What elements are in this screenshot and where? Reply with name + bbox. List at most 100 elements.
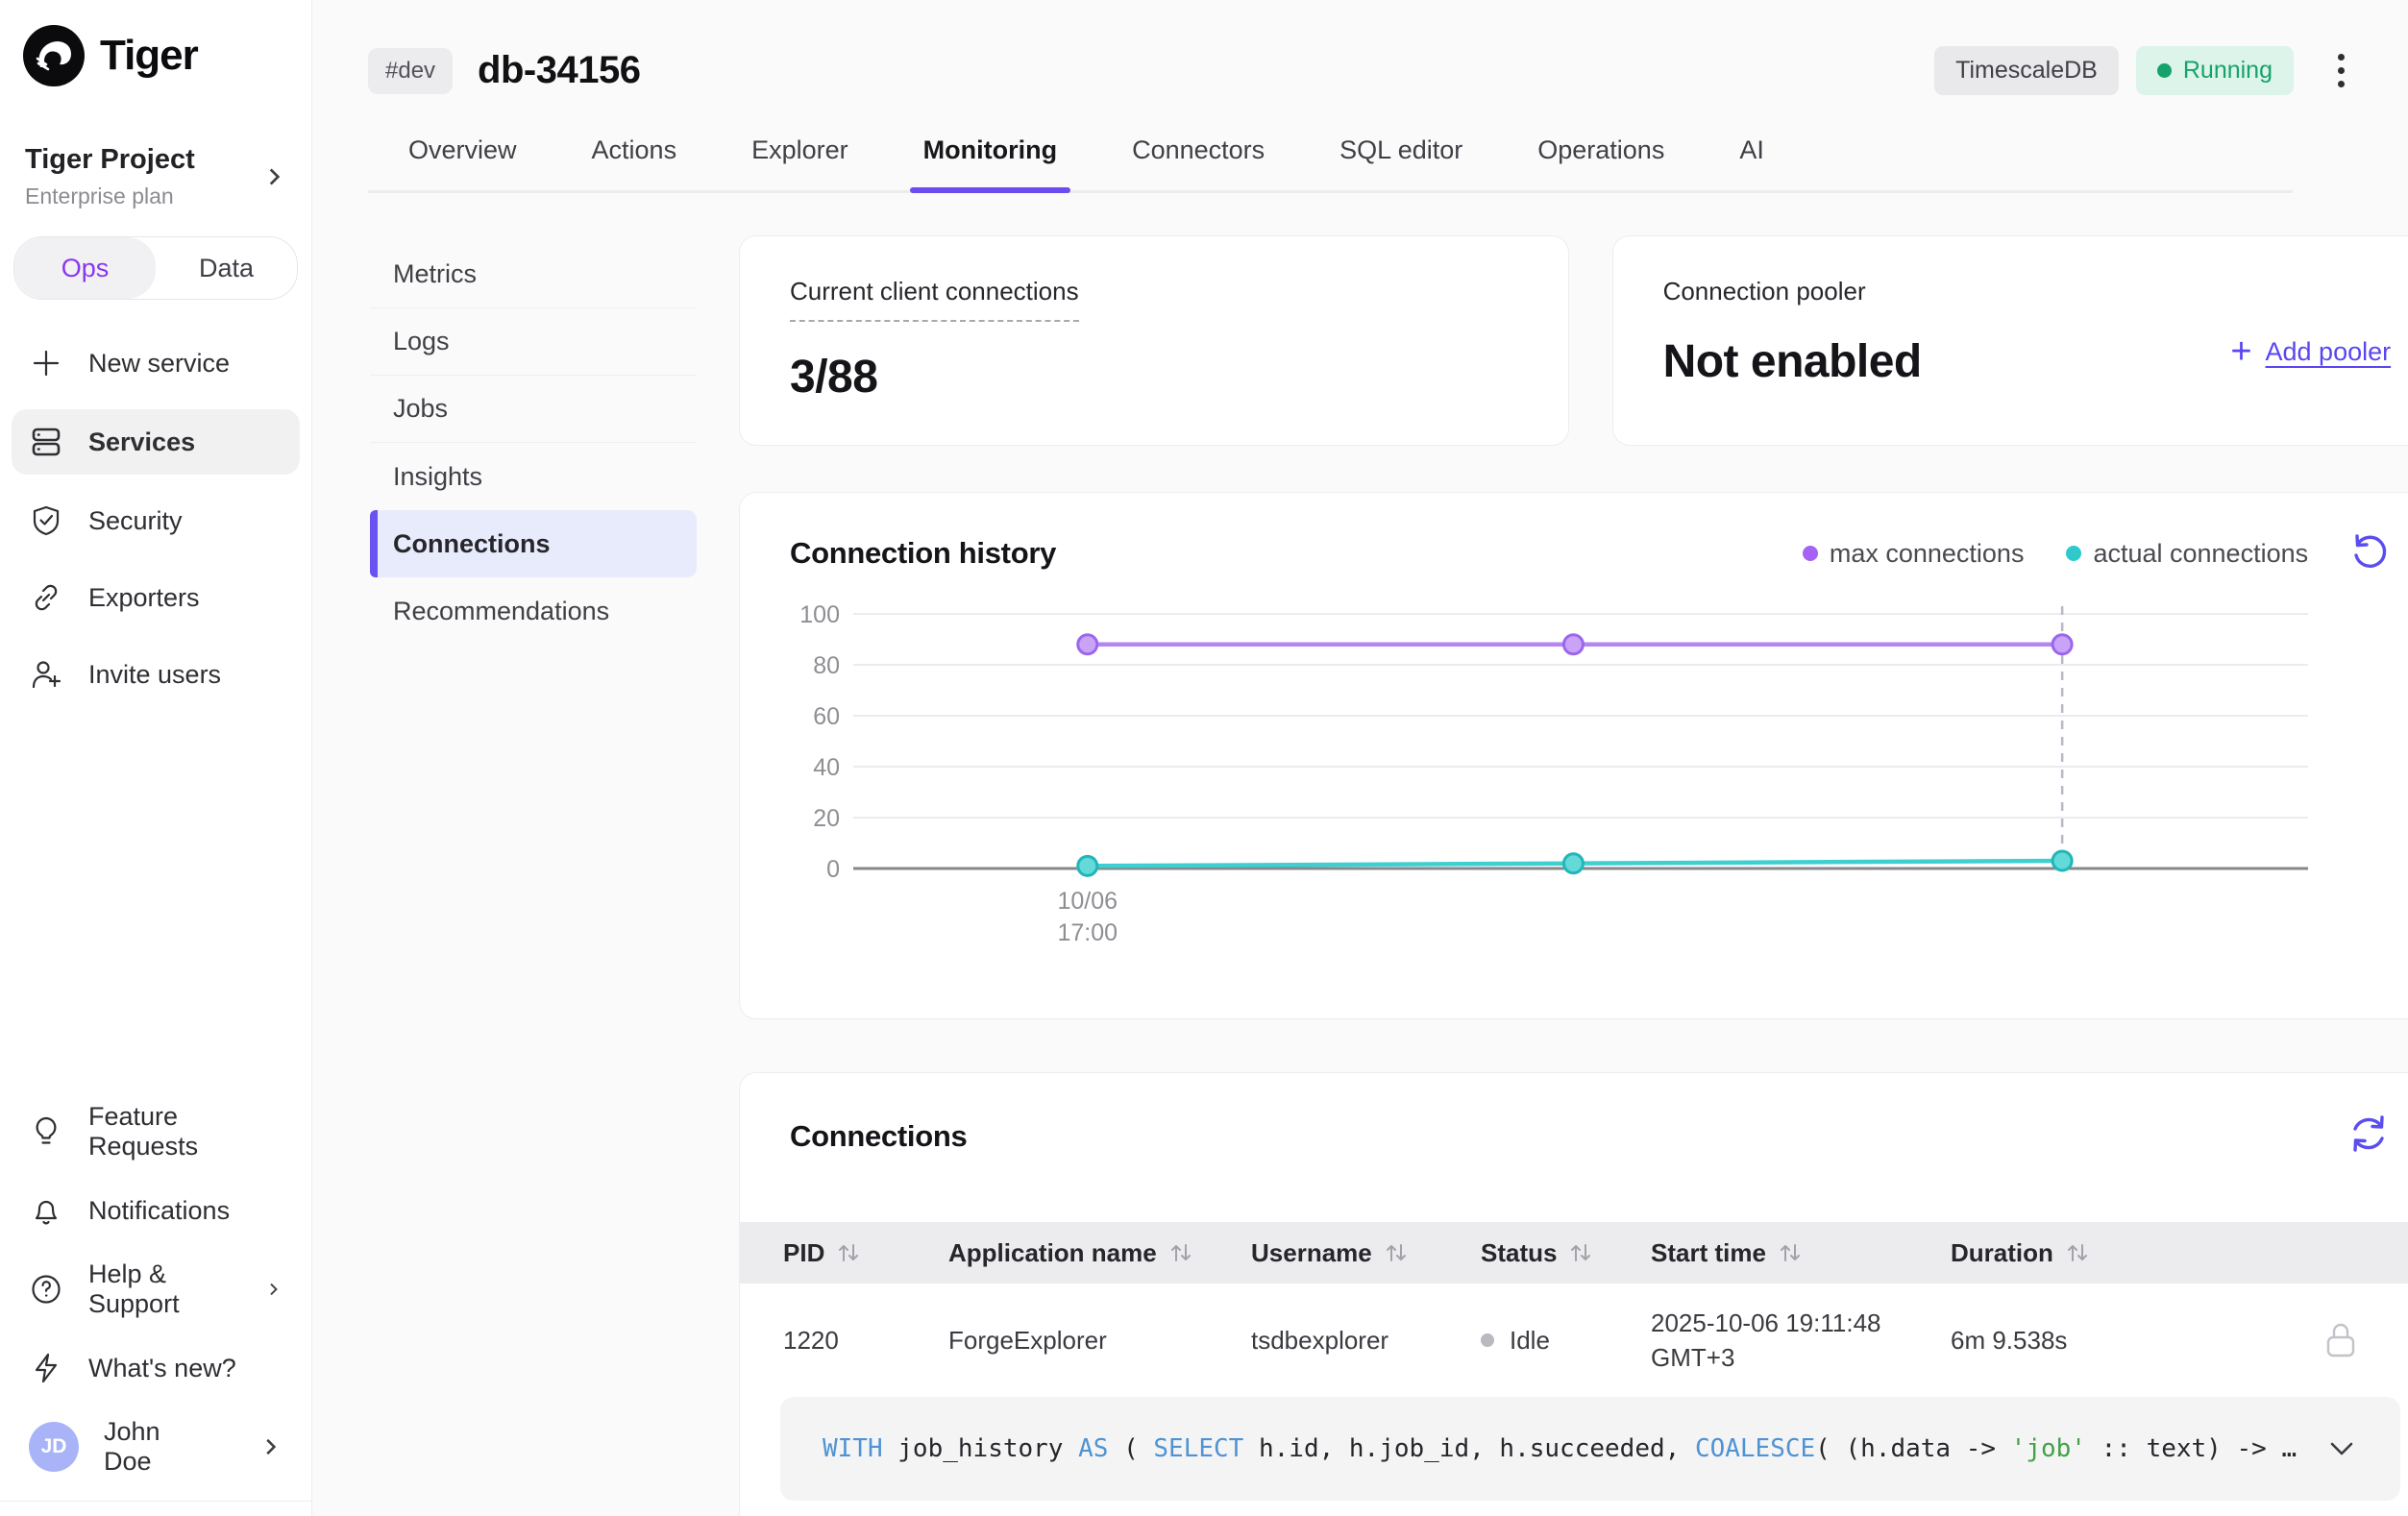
footer-item-label: Notifications [88,1196,230,1226]
project-plan: Enterprise plan [25,183,195,209]
chart-legend: max connections actual connections [1803,539,2308,569]
svg-text:10/06: 10/06 [1057,888,1118,915]
project-switcher[interactable]: Tiger Project Enterprise plan [12,144,300,209]
tab-operations[interactable]: Operations [1537,135,1664,190]
sort-icon[interactable] [1384,1241,1409,1264]
sql-query-text: WITH job_history AS ( SELECT h.id, h.job… [823,1434,2297,1463]
sort-icon[interactable] [2065,1241,2090,1264]
connection-history-card: Connection history max connections actua… [739,492,2408,1019]
timescaledb-badge: TimescaleDB [1934,46,2119,95]
svg-text:17:00: 17:00 [1057,919,1118,946]
tab-explorer[interactable]: Explorer [751,135,848,190]
sidebar-item-label: Security [88,506,183,536]
client-connections-card: Current client connections 3/88 [739,235,1569,446]
cell-application-name: ForgeExplorer [948,1326,1251,1356]
legend-dot-icon [1803,546,1818,561]
chart-title: Connection history [790,536,1056,571]
cell-duration: 6m 9.538s [1951,1326,2240,1356]
subnav-logs[interactable]: Logs [370,308,697,376]
col-status: Status [1481,1238,1557,1268]
cell-status: Idle [1481,1326,1651,1356]
user-plus-icon [29,657,63,692]
sort-icon[interactable] [836,1241,861,1264]
sidebar-item-whats-new[interactable]: What's new? [12,1339,300,1397]
status-dot-icon [2157,63,2172,78]
tab-overview[interactable]: Overview [408,135,517,190]
svg-text:60: 60 [813,703,840,730]
env-badge: #dev [368,48,453,94]
table-header: PID Application name Username Status Sta… [740,1222,2408,1284]
tab-sql-editor[interactable]: SQL editor [1339,135,1462,190]
chevron-right-icon [261,164,286,189]
table-row[interactable]: 1220 ForgeExplorer tsdbexplorer Idle 202… [740,1284,2408,1397]
ops-data-toggle: Ops Data [13,236,298,300]
col-application-name: Application name [948,1238,1157,1268]
tab-monitoring[interactable]: Monitoring [923,135,1057,190]
refresh-icon[interactable] [2347,1112,2391,1156]
sidebar-item-notifications[interactable]: Notifications [12,1182,300,1239]
page-title: db-34156 [478,49,640,92]
connection-history-chart[interactable]: 02040608010010/0617:00 [790,600,2325,985]
sidebar-item-label: Invite users [88,660,221,690]
toggle-ops[interactable]: Ops [14,237,156,299]
sidebar-item-invite-users[interactable]: Invite users [12,644,300,705]
sort-icon[interactable] [1168,1241,1193,1264]
connection-pooler-card: Connection pooler Not enabled + Add pool… [1612,235,2408,446]
svg-text:40: 40 [813,754,840,781]
cell-pid: 1220 [783,1326,948,1356]
services-icon [29,425,63,459]
sidebar: Tiger Tiger Project Enterprise plan Ops … [0,0,312,1516]
sort-icon[interactable] [1778,1241,1803,1264]
subnav-recommendations[interactable]: Recommendations [370,577,697,645]
tab-ai[interactable]: AI [1739,135,1764,190]
legend-dot-icon [2066,546,2081,561]
query-row[interactable]: WITH job_history AS ( SELECT h.id, h.job… [780,1397,2400,1501]
chevron-right-icon [264,1277,283,1302]
sort-icon[interactable] [1568,1241,1593,1264]
col-start-time: Start time [1651,1238,1766,1268]
client-connections-title: Current client connections [790,277,1079,322]
sidebar-divider [0,1501,311,1516]
sidebar-item-services[interactable]: Services [12,409,300,475]
tab-connectors[interactable]: Connectors [1132,135,1265,190]
brand-name: Tiger [100,32,198,80]
user-menu[interactable]: JD John Doe [12,1418,300,1476]
help-circle-icon [29,1272,63,1307]
brand-logo[interactable]: Tiger [12,17,300,94]
col-username: Username [1251,1238,1372,1268]
connections-title: Connections [790,1119,967,1154]
sidebar-item-security[interactable]: Security [12,490,300,551]
subnav-connections[interactable]: Connections [370,510,697,577]
footer-item-label: What's new? [88,1354,236,1383]
kebab-menu-icon[interactable] [2324,44,2358,97]
subnav-insights[interactable]: Insights [370,443,697,510]
lightning-icon [29,1351,63,1385]
legend-max-connections: max connections [1803,539,2025,569]
col-duration: Duration [1951,1238,2053,1268]
sidebar-item-label: Exporters [88,583,200,613]
add-pooler-button[interactable]: + Add pooler [2230,315,2391,388]
cell-start-time: 2025-10-06 19:11:48 GMT+3 [1651,1306,1951,1376]
svg-text:0: 0 [826,856,840,883]
sidebar-item-help-support[interactable]: Help & Support [12,1260,300,1318]
sidebar-item-exporters[interactable]: Exporters [12,567,300,628]
link-icon [29,580,63,615]
chevron-down-icon[interactable] [2325,1432,2358,1465]
cell-username: tsdbexplorer [1251,1326,1481,1356]
tab-actions[interactable]: Actions [592,135,677,190]
col-pid: PID [783,1238,824,1268]
reset-history-icon[interactable] [2347,531,2391,575]
tab-bar: Overview Actions Explorer Monitoring Con… [368,135,2293,193]
status-badge: Running [2136,46,2294,95]
footer-item-label: Feature Requests [88,1102,283,1161]
subnav-metrics[interactable]: Metrics [370,241,697,308]
sidebar-item-new-service[interactable]: New service [12,332,300,394]
toggle-data[interactable]: Data [156,237,297,299]
sidebar-item-feature-requests[interactable]: Feature Requests [12,1103,300,1161]
chevron-right-icon [258,1434,283,1459]
subnav-jobs[interactable]: Jobs [370,376,697,443]
legend-label: max connections [1830,539,2025,569]
sidebar-item-label: Services [88,428,195,457]
client-connections-value: 3/88 [790,351,1518,403]
page-header: #dev db-34156 TimescaleDB Running [312,0,2408,97]
